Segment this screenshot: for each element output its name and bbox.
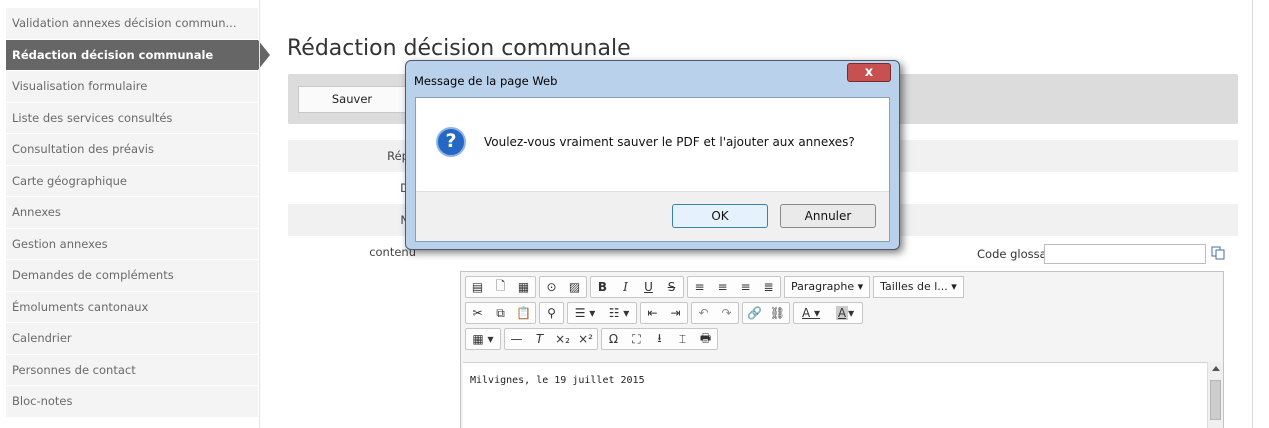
sidebar-item-redaction-decision[interactable]: Rédaction décision communale [6, 39, 270, 71]
link-icon[interactable]: 🔗 [743, 303, 766, 323]
paste-icon[interactable]: 📋 [512, 303, 535, 323]
content-border [1252, 0, 1253, 428]
toolbar-group-lists: ☰ ▾ ☷ ▾ [567, 302, 637, 324]
align-justify-icon[interactable]: ≣ [757, 277, 780, 297]
toolbar-group-insert: — T ×₂ ×² [504, 328, 598, 350]
superscript-icon[interactable]: ×² [574, 329, 597, 349]
undo-icon[interactable]: ↶ [692, 303, 715, 323]
font-size-value: Tailles de l... [880, 280, 948, 293]
italic-icon[interactable]: I [614, 277, 637, 297]
table-icon[interactable]: ▦ ▾ [466, 329, 500, 349]
sidebar: Validation annexes décision commun... Ré… [6, 8, 270, 418]
sidebar-item-gestion-annexes[interactable]: Gestion annexes [6, 228, 258, 260]
sidebar-item-personnes-contact[interactable]: Personnes de contact [6, 354, 258, 386]
dialog-body: ? Voulez-vous vraiment sauver le PDF et … [415, 97, 890, 242]
toolbar-group-history: ↶ ↷ [691, 302, 739, 324]
editor-scrollbar[interactable] [1207, 362, 1223, 428]
font-size-select[interactable]: Tailles de l... ▾ [873, 276, 964, 298]
ok-button[interactable]: OK [672, 204, 768, 228]
toolbar-group-table: ▦ ▾ [465, 328, 501, 350]
paragraph-format-select[interactable]: Paragraphe ▾ [784, 276, 871, 298]
new-page-icon[interactable]: 🗋 [489, 277, 512, 297]
scrollbar-thumb[interactable] [1210, 380, 1221, 420]
toolbar-group-indent: ⇤ ⇥ [640, 302, 688, 324]
scroll-up-arrow-icon[interactable] [1212, 366, 1220, 371]
indent-icon[interactable]: ⇥ [664, 303, 687, 323]
dialog-title: Message de la page Web [414, 74, 558, 88]
upload-icon[interactable]: ⊙ [540, 277, 563, 297]
maximize-icon[interactable]: ⛶ [625, 329, 648, 349]
paragraph-format-value: Paragraphe [791, 280, 855, 293]
cancel-button[interactable]: Annuler [780, 204, 876, 228]
horizontal-line-icon[interactable]: — [505, 329, 528, 349]
find-icon[interactable]: ⚲ [540, 303, 563, 323]
sidebar-item-consultation-preavis[interactable]: Consultation des préavis [6, 134, 258, 166]
export-icon[interactable]: ⭳ [648, 329, 671, 349]
toolbar-group-clipboard: ✂ ⧉ 📋 [465, 302, 536, 324]
rich-text-editor: ▤ 🗋 ▦ ⊙ ▨ B I U S ≡ ≡ ≡ ≣ Paragraphe ▾ T… [460, 271, 1224, 428]
align-center-icon[interactable]: ≡ [711, 277, 734, 297]
editor-content-area[interactable]: Milvignes, le 19 juillet 2015 [463, 362, 1207, 428]
toolbar-group-format: B I U S [590, 276, 684, 298]
bulleted-list-icon[interactable]: ☰ ▾ [568, 303, 602, 323]
question-icon: ? [436, 127, 466, 157]
numbered-list-icon[interactable]: ☷ ▾ [602, 303, 636, 323]
unlink-icon[interactable]: ⛓ [766, 303, 789, 323]
chevron-down-icon: ▾ [857, 280, 864, 293]
sidebar-item-calendrier[interactable]: Calendrier [6, 323, 258, 355]
editor-toolbar-row-1: ▤ 🗋 ▦ ⊙ ▨ B I U S ≡ ≡ ≡ ≣ Paragraphe ▾ T… [465, 276, 964, 298]
toolbar-group-media: ⊙ ▨ [539, 276, 587, 298]
sidebar-item-visualisation-formulaire[interactable]: Visualisation formulaire [6, 71, 258, 103]
strikethrough-icon[interactable]: S [660, 277, 683, 297]
save-button[interactable]: Sauver [298, 86, 406, 113]
subscript-icon[interactable]: ×₂ [551, 329, 574, 349]
special-char-icon[interactable]: Ω [602, 329, 625, 349]
image-icon[interactable]: ▨ [563, 277, 586, 297]
text-color-icon[interactable]: A ▾ [794, 303, 828, 323]
toolbar-group-colors: A ▾ A ▾ [793, 302, 863, 324]
redo-icon[interactable]: ↷ [715, 303, 738, 323]
align-right-icon[interactable]: ≡ [734, 277, 757, 297]
sidebar-item-bloc-notes[interactable]: Bloc-notes [6, 386, 258, 418]
dialog-footer: OK Annuler [416, 191, 889, 241]
sidebar-item-carte[interactable]: Carte géographique [6, 165, 258, 197]
source-icon[interactable]: ▤ [466, 277, 489, 297]
copy-icon[interactable] [1211, 246, 1225, 260]
toolbar-group-align: ≡ ≡ ≡ ≣ [687, 276, 781, 298]
editor-content-text: Milvignes, le 19 juillet 2015 [470, 375, 645, 386]
page-title: Rédaction décision communale [287, 36, 631, 61]
dialog-close-button[interactable]: x [847, 63, 891, 82]
editor-toolbar-row-3: ▦ ▾ — T ×₂ ×² Ω ⛶ ⭳ ⌶ 🖶 [465, 328, 718, 350]
toolbar-group-links: 🔗 ⛓ [742, 302, 790, 324]
template-icon[interactable]: ▦ [512, 277, 535, 297]
print-icon[interactable]: 🖶 [694, 329, 717, 349]
toolbar-group-special: Ω ⛶ ⭳ ⌶ 🖶 [601, 328, 718, 350]
align-left-icon[interactable]: ≡ [688, 277, 711, 297]
sidebar-item-emoluments[interactable]: Émoluments cantonaux [6, 291, 258, 323]
remove-format-icon[interactable]: T [528, 329, 551, 349]
toolbar-group-find: ⚲ [539, 302, 564, 324]
background-color-icon[interactable]: A ▾ [828, 303, 862, 323]
toolbar-group-document: ▤ 🗋 ▦ [465, 276, 536, 298]
outdent-icon[interactable]: ⇤ [641, 303, 664, 323]
dialog-message: Voulez-vous vraiment sauver le PDF et l'… [484, 135, 855, 149]
underline-icon[interactable]: U [637, 277, 660, 297]
sidebar-divider [259, 0, 260, 428]
sidebar-item-liste-services[interactable]: Liste des services consultés [6, 102, 258, 134]
glossaire-input[interactable] [1044, 244, 1206, 264]
cut-icon[interactable]: ✂ [466, 303, 489, 323]
confirm-dialog: Message de la page Web x ? Voulez-vous v… [405, 60, 900, 250]
bold-icon[interactable]: B [591, 277, 614, 297]
chevron-down-icon: ▾ [951, 280, 957, 293]
sidebar-item-demandes-complements[interactable]: Demandes de compléments [6, 260, 258, 292]
sidebar-item-annexes[interactable]: Annexes [6, 197, 258, 229]
copy-text-icon[interactable]: ⧉ [489, 303, 512, 323]
editor-toolbar-row-2: ✂ ⧉ 📋 ⚲ ☰ ▾ ☷ ▾ ⇤ ⇥ ↶ ↷ 🔗 ⛓ A ▾ A ▾ [465, 302, 863, 324]
page-break-icon[interactable]: ⌶ [671, 329, 694, 349]
sidebar-item-validation-annexes[interactable]: Validation annexes décision commun... [6, 8, 258, 40]
